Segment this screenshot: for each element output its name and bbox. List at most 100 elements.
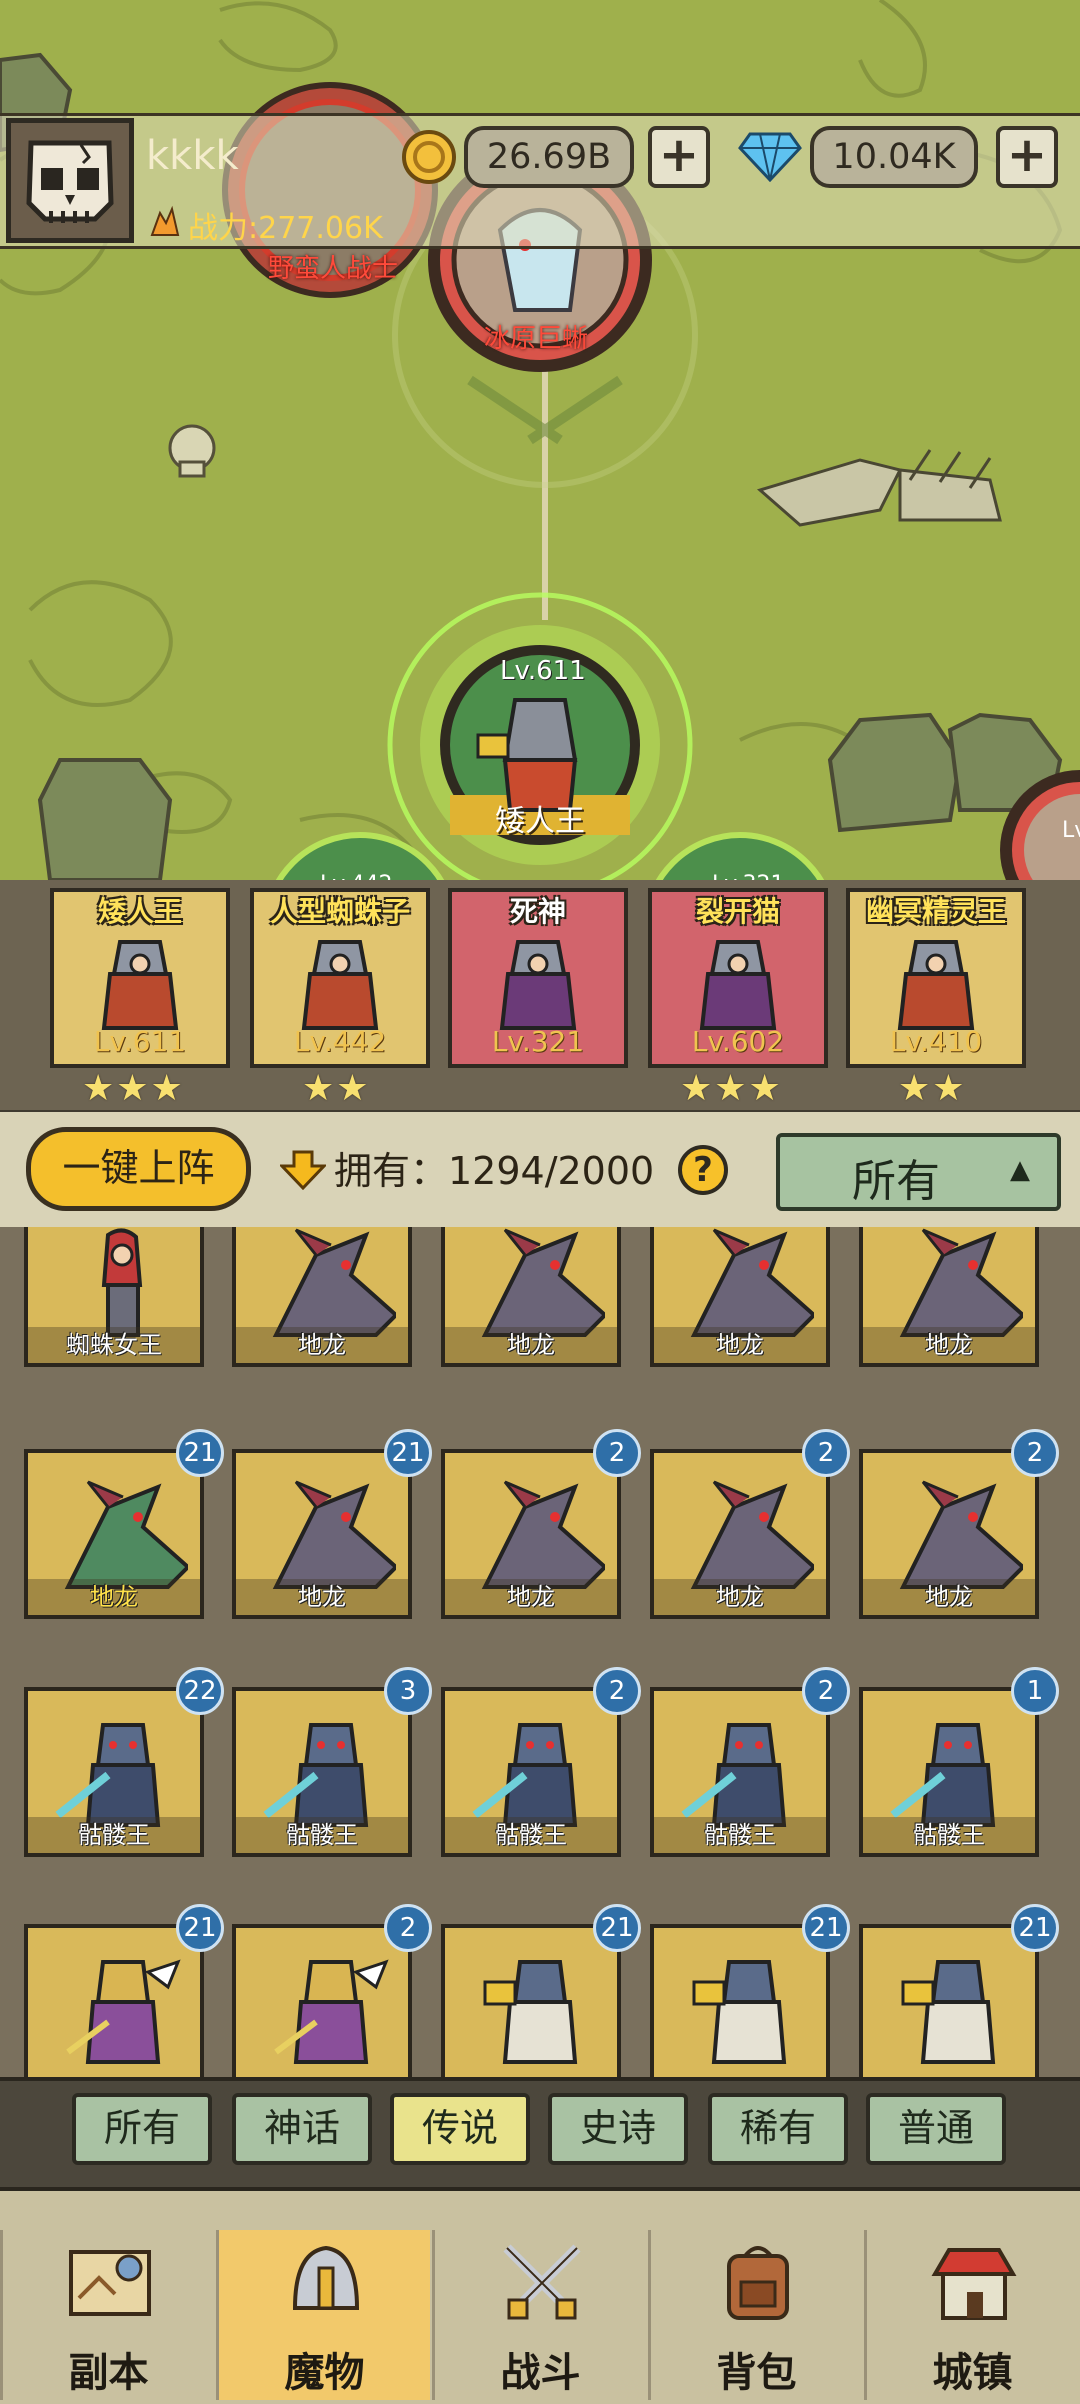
monster-card[interactable] — [24, 1924, 204, 2077]
town-icon — [931, 2248, 1017, 2320]
rarity-tab[interactable]: 传说 — [390, 2093, 530, 2165]
nav-label: 城镇 — [932, 2350, 1013, 2396]
rarity-tab[interactable]: 史诗 — [548, 2093, 688, 2165]
monster-portrait-icon — [699, 940, 777, 1030]
lineup-slot-level: Lv.410 — [889, 1025, 983, 1058]
lineup-slot-name: 死神 — [509, 895, 566, 928]
monster-portrait-icon — [890, 1723, 996, 1827]
monster-portrait-icon — [690, 1480, 814, 1589]
node-barbarian-label: 野蛮人战士 — [268, 254, 399, 284]
filter-dropdown[interactable]: 所有 ▲ — [776, 1133, 1061, 1211]
monster-card[interactable]: 地龙 — [232, 1449, 412, 1619]
monster-count-badge: 21 — [176, 1429, 224, 1477]
monster-card[interactable] — [441, 1924, 621, 2077]
monster-count-badge: 2 — [384, 1904, 432, 1952]
monster-card[interactable] — [859, 1924, 1039, 2077]
monster-card[interactable]: 骷髅王 — [232, 1687, 412, 1857]
help-button[interactable]: ? — [678, 1145, 728, 1195]
monster-portrait-icon — [681, 1723, 787, 1827]
nav-label: 魔物 — [284, 2350, 365, 2396]
lineup-slot-stars: ★★ — [898, 1068, 967, 1109]
lineup-slot[interactable]: 裂开猫 Lv.602 — [648, 888, 828, 1068]
player-avatar[interactable] — [6, 118, 134, 243]
monster-card-name: 地龙 — [28, 1579, 200, 1615]
monster-portrait-icon — [899, 1480, 1023, 1589]
monster-portrait-icon — [901, 1960, 996, 2064]
backpack-icon — [727, 2246, 789, 2320]
monster-card[interactable]: 骷髅王 — [441, 1687, 621, 1857]
rarity-tab[interactable]: 所有 — [72, 2093, 212, 2165]
arrow-down-icon — [280, 1150, 326, 1190]
monster-card[interactable]: 骷髅王 — [24, 1687, 204, 1857]
coin-icon — [402, 130, 456, 184]
monster-card-name: 地龙 — [236, 1579, 408, 1615]
nav-swords[interactable]: 战斗 — [432, 2230, 646, 2400]
monster-card[interactable] — [650, 1924, 830, 2077]
add-gold-button[interactable]: + — [648, 126, 710, 188]
monster-card-name: 骷髅王 — [445, 1817, 617, 1853]
monster-portrait-icon — [55, 1723, 161, 1827]
swords-icon — [503, 2244, 581, 2320]
monster-count-badge: 2 — [802, 1667, 850, 1715]
monster-grid[interactable]: 蜘蛛女王2地龙21地龙22地龙22地龙21地龙21地龙21地龙2地龙2地龙2骷髅… — [0, 1227, 1080, 2077]
monster-card-name: 地龙 — [236, 1327, 408, 1363]
monster-card[interactable]: 骷髅王 — [859, 1687, 1039, 1857]
monster-card[interactable]: 地龙 — [441, 1449, 621, 1619]
rarity-tab[interactable]: 普通 — [866, 2093, 1006, 2165]
lineup-slot[interactable]: 矮人王 Lv.611 — [50, 888, 230, 1068]
monster-card[interactable]: 蜘蛛女王 — [24, 1227, 204, 1367]
monster-card[interactable]: 地龙 — [24, 1449, 204, 1619]
nav-helmet[interactable]: 魔物 — [216, 2230, 430, 2400]
monster-card-name: 骷髅王 — [28, 1817, 200, 1853]
power-icon — [150, 205, 180, 236]
filter-value: 所有 — [852, 1156, 940, 1207]
monster-count-badge: 21 — [1011, 1904, 1059, 1952]
monster-card-name: 地龙 — [445, 1579, 617, 1615]
monster-card-name: 地龙 — [445, 1327, 617, 1363]
nav-label: 背包 — [716, 2350, 797, 2396]
monster-card[interactable]: 地龙 — [650, 1227, 830, 1367]
gold-amount: 26.69B — [464, 126, 634, 188]
lineup-slot-level: Lv.602 — [691, 1025, 785, 1058]
monster-count-badge: 2 — [593, 1429, 641, 1477]
monster-card-name: 骷髅王 — [863, 1817, 1035, 1853]
nav-label: 战斗 — [500, 2350, 581, 2396]
map-icon — [69, 2250, 151, 2316]
nav-backpack[interactable]: 背包 — [648, 2230, 862, 2400]
rarity-tab[interactable]: 稀有 — [708, 2093, 848, 2165]
lineup-slot-name: 幽冥精灵王 — [865, 895, 1006, 928]
monster-count-badge: 2 — [593, 1667, 641, 1715]
lineup-slot[interactable]: 幽冥精灵王 Lv.410 — [846, 888, 1026, 1068]
monster-card-name: 地龙 — [654, 1327, 826, 1363]
chevron-up-icon: ▲ — [1010, 1155, 1030, 1185]
auto-deploy-button[interactable]: 一键上阵 — [26, 1127, 251, 1211]
monster-card[interactable] — [232, 1924, 412, 2077]
monster-card[interactable]: 地龙 — [859, 1227, 1039, 1367]
monster-card[interactable]: 地龙 — [859, 1449, 1039, 1619]
monster-portrait-icon — [101, 940, 179, 1030]
node-dwarf-label: 矮人王 — [495, 804, 585, 839]
monster-card[interactable]: 地龙 — [232, 1227, 412, 1367]
lineup-slot-name: 裂开猫 — [695, 895, 780, 928]
monster-card-name: 骷髅王 — [236, 1817, 408, 1853]
monster-portrait-icon — [274, 1959, 389, 2064]
monster-count-badge: 21 — [384, 1429, 432, 1477]
lineup-slot[interactable]: 死神 Lv.321 — [448, 888, 628, 1068]
monster-count-badge: 2 — [802, 1429, 850, 1477]
monster-portrait-icon — [64, 1480, 188, 1589]
nav-town[interactable]: 城镇 — [864, 2230, 1078, 2400]
lineup-slot-stars: ★★ — [302, 1068, 371, 1109]
lineup-slot-stars: ★★★ — [82, 1068, 185, 1109]
lineup-slot[interactable]: 人型蜘蛛子 Lv.442 — [250, 888, 430, 1068]
rarity-tab[interactable]: 神话 — [232, 2093, 372, 2165]
monster-card[interactable]: 骷髅王 — [650, 1687, 830, 1857]
monster-portrait-icon — [301, 940, 379, 1030]
monster-card-name: 蜘蛛女王 — [28, 1327, 200, 1363]
nav-map[interactable]: 副本 — [0, 2230, 214, 2400]
add-gems-button[interactable]: + — [996, 126, 1058, 188]
gem-amount: 10.04K — [810, 126, 978, 188]
monster-card[interactable]: 地龙 — [441, 1227, 621, 1367]
node-right-level: Lv — [1062, 818, 1080, 843]
owned-count: 拥有：1294/2000 — [334, 1149, 655, 1193]
monster-card[interactable]: 地龙 — [650, 1449, 830, 1619]
